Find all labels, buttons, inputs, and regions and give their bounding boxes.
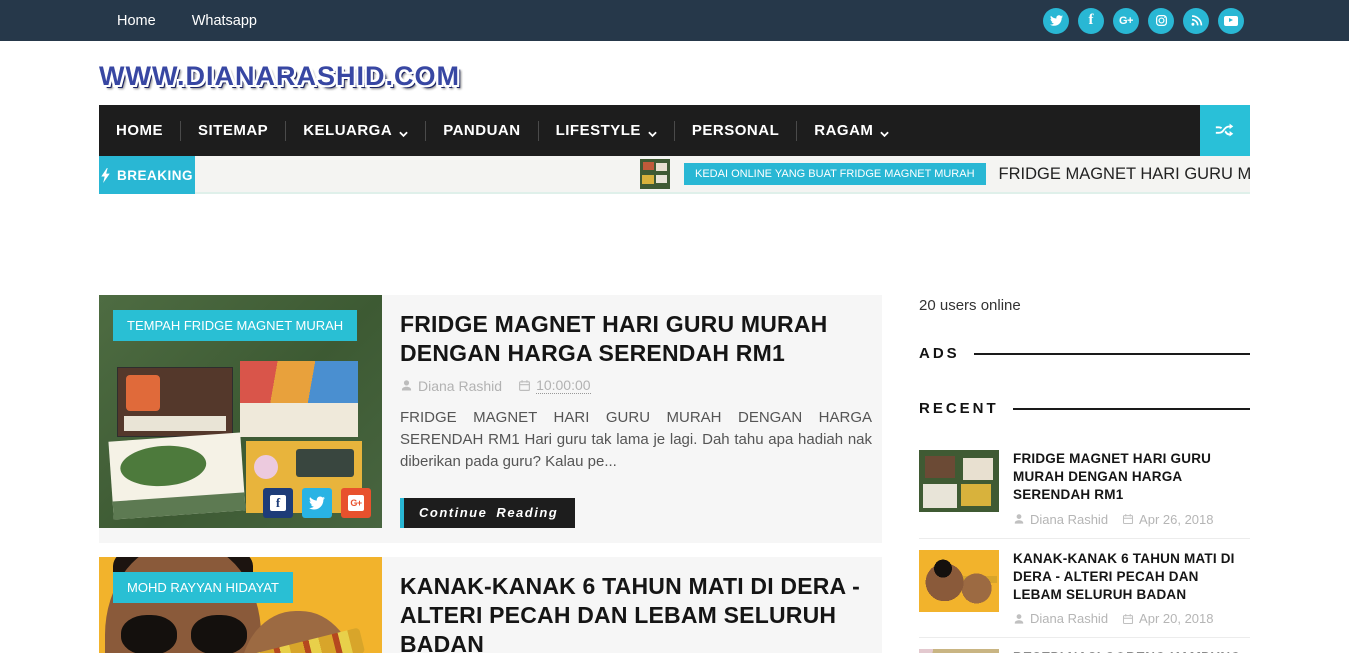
chevron-down-icon [880,126,890,138]
post-image[interactable]: MOHD RAYYAN HIDAYAT [99,557,382,653]
recent-post-title[interactable]: FRIDGE MAGNET HARI GURU MURAH DENGAN HAR… [1013,450,1250,505]
facebook-icon: f [270,495,286,511]
recent-post-meta: Diana Rashid Apr 20, 2018 [1013,611,1250,626]
share-buttons: f G+ [263,488,371,518]
author-icon [400,379,413,392]
header: WWW.DIANARASHID.COM [0,41,1349,105]
calendar-icon [1122,613,1134,625]
post-excerpt: FRIDGE MAGNET HARI GURU MURAH DENGAN HAR… [400,409,872,471]
youtube-icon[interactable] [1218,7,1244,34]
ticker-thumbnail[interactable] [640,159,670,189]
post-image[interactable]: TEMPAH FRIDGE MAGNET MURAH f G+ [99,295,382,528]
recent-posts-list: FRIDGE MAGNET HARI GURU MURAH DENGAN HAR… [919,439,1250,653]
lightning-bolt-icon [101,167,110,183]
chevron-down-icon [648,126,657,138]
recent-post-thumbnail[interactable] [919,549,999,612]
recent-post-item: RESEPI NASI GORENG KAMPUNG YANG SANGAT S… [919,638,1250,653]
breaking-label: BREAKING [99,156,195,194]
calendar-icon [518,379,531,392]
nav-item-lifestyle[interactable]: LIFESTYLE [539,105,674,156]
recent-post-author: Diana Rashid [1030,611,1109,627]
shuffle-icon [1215,123,1234,136]
nav-item-panduan[interactable]: PANDUAN [426,105,537,156]
post-title[interactable]: KANAK-KANAK 6 TAHUN MATI DI DERA - ALTER… [400,572,862,653]
recent-post-thumbnail[interactable] [919,649,999,653]
rss-icon[interactable] [1183,7,1209,34]
post-category-label[interactable]: TEMPAH FRIDGE MAGNET MURAH [113,310,358,341]
topbar-link-whatsapp[interactable]: Whatsapp [174,0,275,41]
author-icon [1013,513,1025,525]
random-post-button[interactable] [1200,105,1250,156]
post-card: MOHD RAYYAN HIDAYAT KANAK-KANAK 6 TAHUN … [99,557,882,653]
recent-post-meta: Diana Rashid Apr 26, 2018 [1013,512,1250,527]
users-online-counter: 20 users online [919,297,1021,314]
nav-item-ragam[interactable]: RAGAM [797,105,906,156]
post-meta: Diana Rashid 10:00:00 [400,377,872,395]
post-category-label[interactable]: MOHD RAYYAN HIDAYAT [113,572,293,604]
instagram-icon[interactable] [1148,7,1174,34]
main-nav: HOME SITEMAP KELUARGA PANDUAN LIFESTYLE … [99,105,1250,156]
breaking-news-bar: BREAKING KEDAI ONLINE YANG BUAT FRIDGE M… [99,156,1250,194]
google-plus-icon[interactable]: G+ [1113,7,1139,34]
ticker-category-badge[interactable]: KEDAI ONLINE YANG BUAT FRIDGE MAGNET MUR… [684,163,986,185]
breaking-ticker: KEDAI ONLINE YANG BUAT FRIDGE MAGNET MUR… [195,156,1250,194]
post-time[interactable]: 10:00:00 [536,377,591,395]
topbar-link-home[interactable]: Home [99,0,174,41]
post-title[interactable]: FRIDGE MAGNET HARI GURU MURAH DENGAN HAR… [400,310,872,368]
recent-post-title[interactable]: RESEPI NASI GORENG KAMPUNG YANG SANGAT S… [1013,649,1250,653]
main-content: TEMPAH FRIDGE MAGNET MURAH f G+ FRIDGE M… [99,295,1250,653]
calendar-icon [1122,513,1134,525]
google-plus-icon: G+ [348,495,364,511]
post-card: TEMPAH FRIDGE MAGNET MURAH f G+ FRIDGE M… [99,295,882,544]
recent-post-date: Apr 26, 2018 [1139,511,1214,527]
post-author[interactable]: Diana Rashid [418,378,502,394]
recent-post-item: KANAK-KANAK 6 TAHUN MATI DI DERA - ALTER… [919,539,1250,639]
twitter-icon[interactable] [1043,7,1069,34]
ads-widget-title: ADS [919,345,1250,362]
recent-widget-title: RECENT [919,400,1250,417]
recent-post-item: FRIDGE MAGNET HARI GURU MURAH DENGAN HAR… [919,439,1250,539]
facebook-icon[interactable]: f [1078,7,1104,34]
ticker-headline[interactable]: FRIDGE MAGNET HARI GURU MURAH DENGAN [999,165,1250,184]
nav-item-keluarga[interactable]: KELUARGA [286,105,425,156]
recent-post-author: Diana Rashid [1030,511,1109,527]
recent-post-thumbnail[interactable] [919,450,999,512]
google-plus-share-button[interactable]: G+ [341,488,371,518]
site-logo[interactable]: WWW.DIANARASHID.COM [99,61,460,92]
nav-item-personal[interactable]: PERSONAL [675,105,796,156]
social-icon-bar: f G+ [1043,7,1250,34]
sidebar: 20 users online ADS RECENT FRIDGE MAGNET… [919,295,1250,653]
topbar-links: Home Whatsapp [99,0,275,41]
continue-reading-button[interactable]: Continue Reading [400,498,576,529]
chevron-down-icon [399,126,408,138]
nav-item-home[interactable]: HOME [99,105,180,156]
facebook-share-button[interactable]: f [263,488,293,518]
author-icon [1013,613,1025,625]
twitter-icon [309,495,325,511]
recent-post-title[interactable]: KANAK-KANAK 6 TAHUN MATI DI DERA - ALTER… [1013,550,1250,605]
recent-post-date: Apr 20, 2018 [1139,611,1214,627]
twitter-share-button[interactable] [302,488,332,518]
nav-item-sitemap[interactable]: SITEMAP [181,105,285,156]
top-bar: Home Whatsapp f G+ [0,0,1349,41]
